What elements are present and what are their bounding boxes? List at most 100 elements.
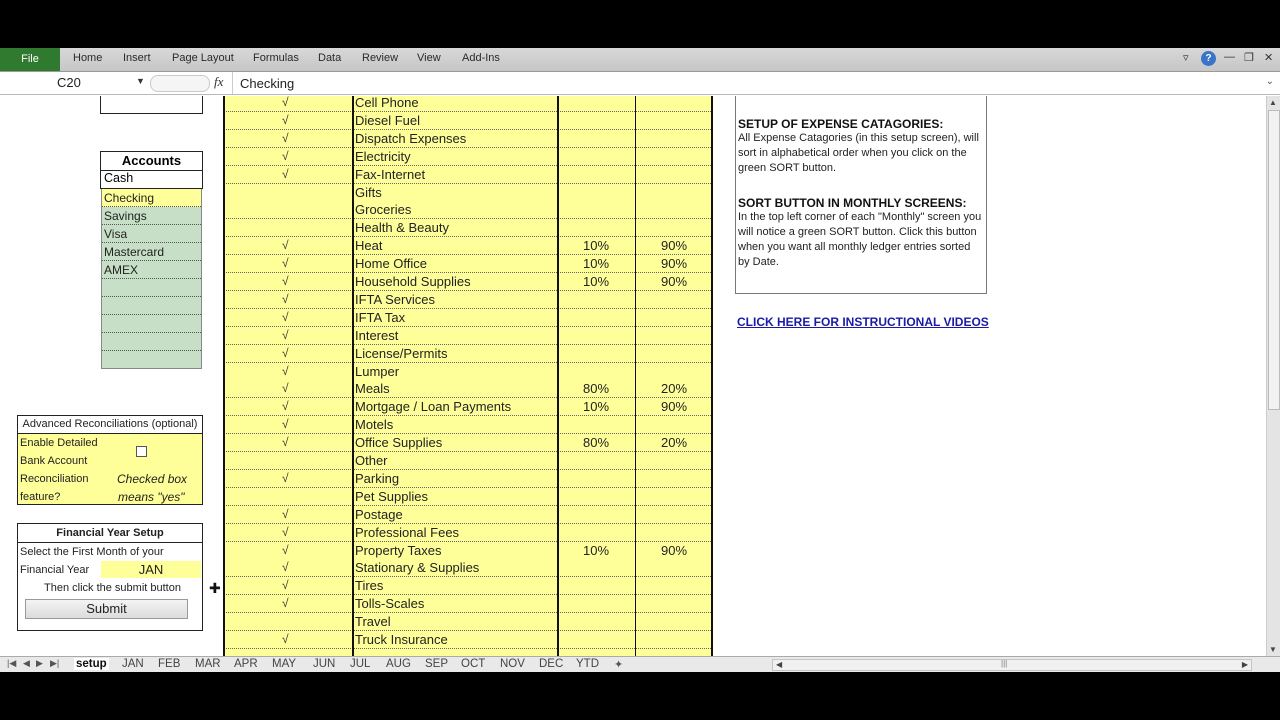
expense-category-name[interactable]: Tolls-Scales (355, 596, 424, 611)
expense-category-name[interactable]: Motels (355, 417, 393, 432)
expense-percent-business[interactable]: 10% (558, 274, 634, 289)
help-icon[interactable]: ? (1201, 51, 1216, 66)
expense-enabled-mark[interactable]: √ (282, 328, 289, 342)
expense-category-name[interactable]: Health & Beauty (355, 220, 449, 235)
expense-row[interactable]: √ Cell Phone (224, 96, 713, 112)
expense-enabled-mark[interactable]: √ (282, 310, 289, 324)
expense-enabled-mark[interactable]: √ (282, 471, 289, 485)
insert-sheet-icon[interactable]: ✦ (614, 658, 623, 671)
expense-row[interactable]: √ Stationary & Supplies (224, 559, 713, 578)
scroll-down-icon[interactable]: ▼ (1269, 645, 1277, 654)
sheet-tab-ytd[interactable]: YTD (576, 658, 599, 670)
expense-row[interactable] (224, 648, 713, 656)
expense-category-name[interactable]: Interest (355, 328, 398, 343)
expense-category-name[interactable]: Home Office (355, 256, 427, 271)
account-item[interactable]: Savings (102, 207, 201, 225)
expense-row[interactable]: √ Tires (224, 577, 713, 596)
minimize-icon[interactable]: — (1224, 51, 1235, 63)
expense-category-name[interactable]: Stationary & Supplies (355, 560, 479, 575)
expense-enabled-mark[interactable]: √ (282, 167, 289, 181)
ribbon-minimize-icon[interactable]: ▿ (1183, 51, 1189, 64)
sheet-tab-may[interactable]: MAY (272, 658, 296, 670)
expense-enabled-mark[interactable]: √ (282, 346, 289, 360)
vertical-scroll-thumb[interactable] (1268, 110, 1280, 410)
expense-percent-personal[interactable]: 90% (636, 256, 712, 271)
expense-percent-personal[interactable]: 90% (636, 238, 712, 253)
expense-row[interactable]: √ Meals 80% 20% (224, 380, 713, 399)
account-item[interactable]: Mastercard (102, 243, 201, 261)
worksheet-grid[interactable]: Accounts Cash Checking Savings Visa Mast… (0, 96, 1266, 656)
expense-category-name[interactable]: Other (355, 453, 388, 468)
expense-row[interactable]: √ Home Office 10% 90% (224, 255, 713, 274)
vertical-scrollbar[interactable]: ▲ ▼ (1266, 96, 1280, 656)
expense-row[interactable]: Groceries (224, 201, 713, 220)
prev-sheet-icon[interactable]: ◀ (23, 658, 30, 669)
name-box-dropdown-icon[interactable]: ▼ (136, 76, 145, 86)
formula-input[interactable]: Checking (240, 76, 294, 91)
tab-page-layout[interactable]: Page Layout (172, 52, 234, 64)
expense-row[interactable]: √ Motels (224, 416, 713, 435)
expense-enabled-mark[interactable]: √ (282, 96, 289, 109)
expense-percent-personal[interactable]: 20% (636, 435, 712, 450)
scroll-up-icon[interactable]: ▲ (1269, 98, 1277, 107)
expense-row[interactable]: √ Dispatch Expenses (224, 129, 713, 148)
expense-enabled-mark[interactable]: √ (282, 131, 289, 145)
account-item[interactable]: Cash (100, 170, 203, 189)
expense-category-name[interactable]: Professional Fees (355, 525, 459, 540)
sheet-tab-feb[interactable]: FEB (158, 658, 180, 670)
expense-row[interactable]: √ Heat 10% 90% (224, 237, 713, 256)
account-item[interactable]: AMEX (102, 261, 201, 279)
expense-row[interactable]: Health & Beauty (224, 219, 713, 238)
expense-enabled-mark[interactable]: √ (282, 596, 289, 610)
expense-enabled-mark[interactable]: √ (282, 417, 289, 431)
expense-row[interactable]: √ Postage (224, 505, 713, 524)
expense-row[interactable]: √ IFTA Tax (224, 308, 713, 327)
tab-formulas[interactable]: Formulas (253, 52, 299, 64)
expense-category-name[interactable]: Lumper (355, 364, 399, 379)
expense-row[interactable]: √ Professional Fees (224, 523, 713, 542)
expense-category-name[interactable]: Household Supplies (355, 274, 471, 289)
expense-row[interactable]: √ Fax-Internet (224, 165, 713, 184)
close-icon[interactable]: ✕ (1264, 51, 1273, 64)
expense-percent-business[interactable]: 10% (558, 543, 634, 558)
scroll-left-icon[interactable]: ◀ (776, 660, 782, 669)
scroll-right-icon[interactable]: ▶ (1242, 660, 1248, 669)
expense-enabled-mark[interactable]: √ (282, 632, 289, 646)
expense-enabled-mark[interactable]: √ (282, 560, 289, 574)
expense-percent-personal[interactable]: 90% (636, 399, 712, 414)
expense-category-name[interactable]: Heat (355, 238, 382, 253)
expense-category-name[interactable]: Pet Supplies (355, 489, 428, 504)
expense-row[interactable]: √ Mortgage / Loan Payments 10% 90% (224, 398, 713, 417)
expense-percent-business[interactable]: 80% (558, 381, 634, 396)
expense-category-name[interactable]: Mortgage / Loan Payments (355, 399, 511, 414)
expense-enabled-mark[interactable]: √ (282, 149, 289, 163)
name-box[interactable]: C20 (57, 75, 81, 90)
account-item[interactable] (102, 279, 201, 297)
expense-category-name[interactable]: Tires (355, 578, 383, 593)
sheet-tab-jun[interactable]: JUN (313, 658, 335, 670)
expense-enabled-mark[interactable]: √ (282, 381, 289, 395)
sheet-tab-aug[interactable]: AUG (386, 658, 411, 670)
expense-percent-business[interactable]: 80% (558, 435, 634, 450)
expense-row[interactable]: √ Parking (224, 469, 713, 488)
next-sheet-icon[interactable]: ▶ (36, 658, 43, 669)
sheet-tab-jan[interactable]: JAN (122, 658, 144, 670)
sheet-tab-setup[interactable]: setup (74, 658, 109, 670)
expense-enabled-mark[interactable]: √ (282, 292, 289, 306)
tab-view[interactable]: View (417, 52, 441, 64)
expense-row[interactable]: √ Truck Insurance (224, 631, 713, 649)
expense-row[interactable]: √ Lumper (224, 362, 713, 381)
expense-percent-business[interactable]: 10% (558, 256, 634, 271)
expense-category-name[interactable]: License/Permits (355, 346, 447, 361)
expense-category-name[interactable]: Dispatch Expenses (355, 131, 466, 146)
account-item[interactable]: Visa (102, 225, 201, 243)
expense-category-name[interactable]: Postage (355, 507, 403, 522)
expense-enabled-mark[interactable]: √ (282, 274, 289, 288)
expense-row[interactable]: Travel (224, 613, 713, 632)
expense-enabled-mark[interactable]: √ (282, 256, 289, 270)
tab-home[interactable]: Home (73, 52, 102, 64)
restore-icon[interactable]: ❐ (1244, 51, 1254, 64)
expense-enabled-mark[interactable]: √ (282, 364, 289, 378)
submit-button[interactable]: Submit (25, 599, 188, 619)
expense-row[interactable]: √ Electricity (224, 147, 713, 166)
